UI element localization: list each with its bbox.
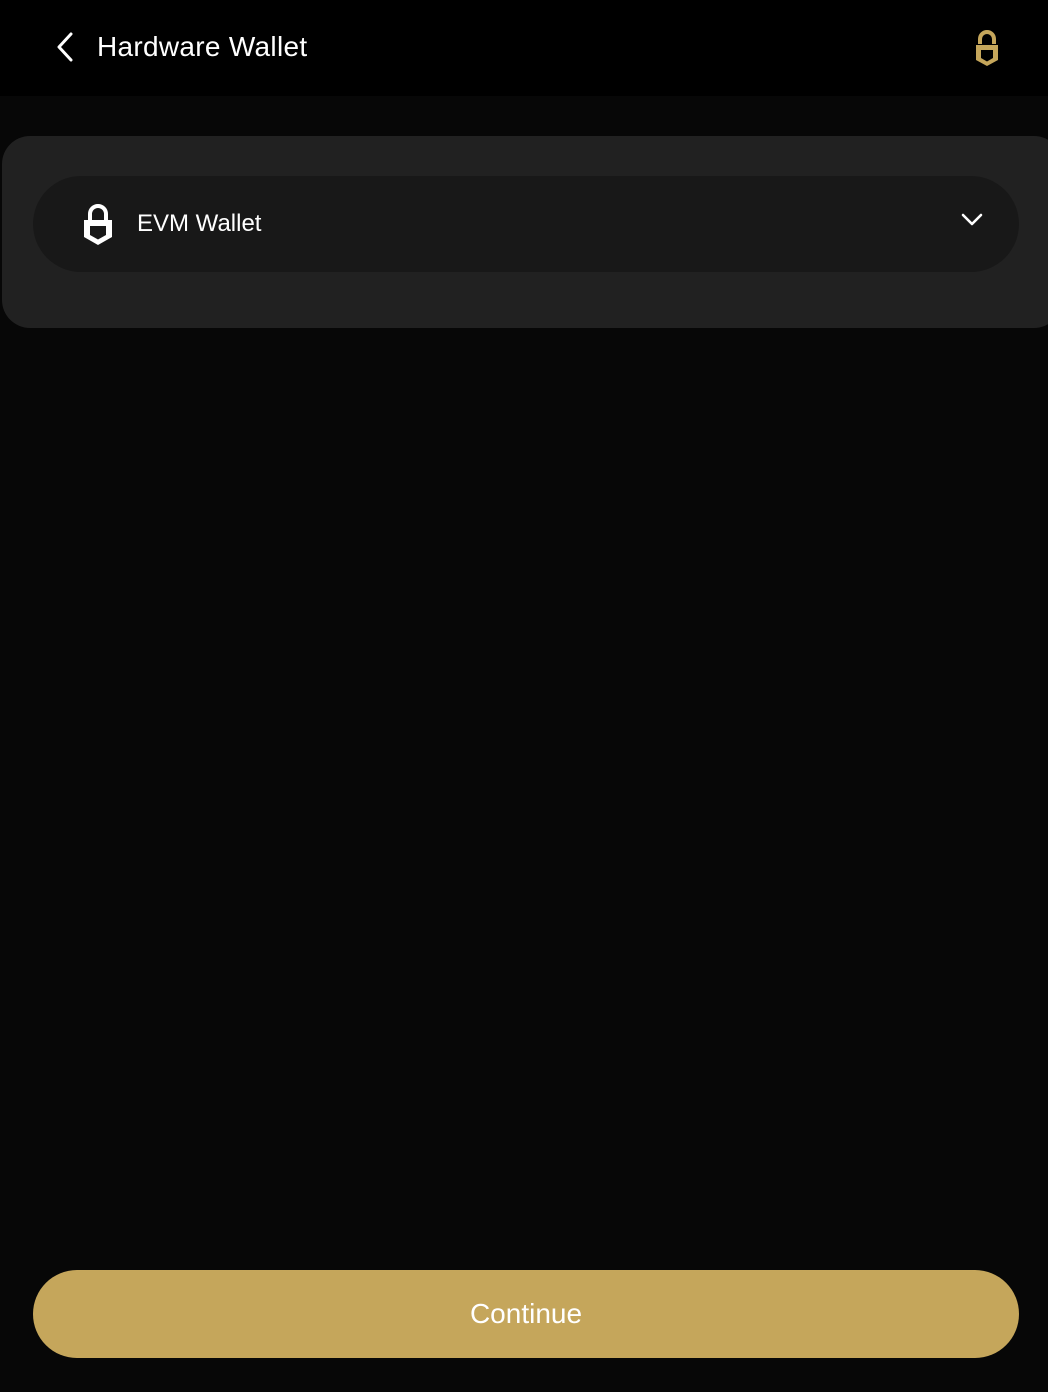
page-title: Hardware Wallet <box>97 31 308 62</box>
wallet-select[interactable]: EVM Wallet <box>33 176 1019 272</box>
top-bar: Hardware Wallet <box>0 0 1048 96</box>
continue-button[interactable]: Continue <box>33 1270 1019 1358</box>
chevron-left-icon <box>57 32 73 62</box>
wallet-select-value: EVM Wallet <box>137 210 262 237</box>
chevron-down-icon <box>961 213 983 226</box>
lock-icon <box>976 30 998 66</box>
lock-button[interactable] <box>964 26 1010 72</box>
wallet-lock-icon <box>84 204 112 245</box>
back-button[interactable] <box>46 27 86 67</box>
